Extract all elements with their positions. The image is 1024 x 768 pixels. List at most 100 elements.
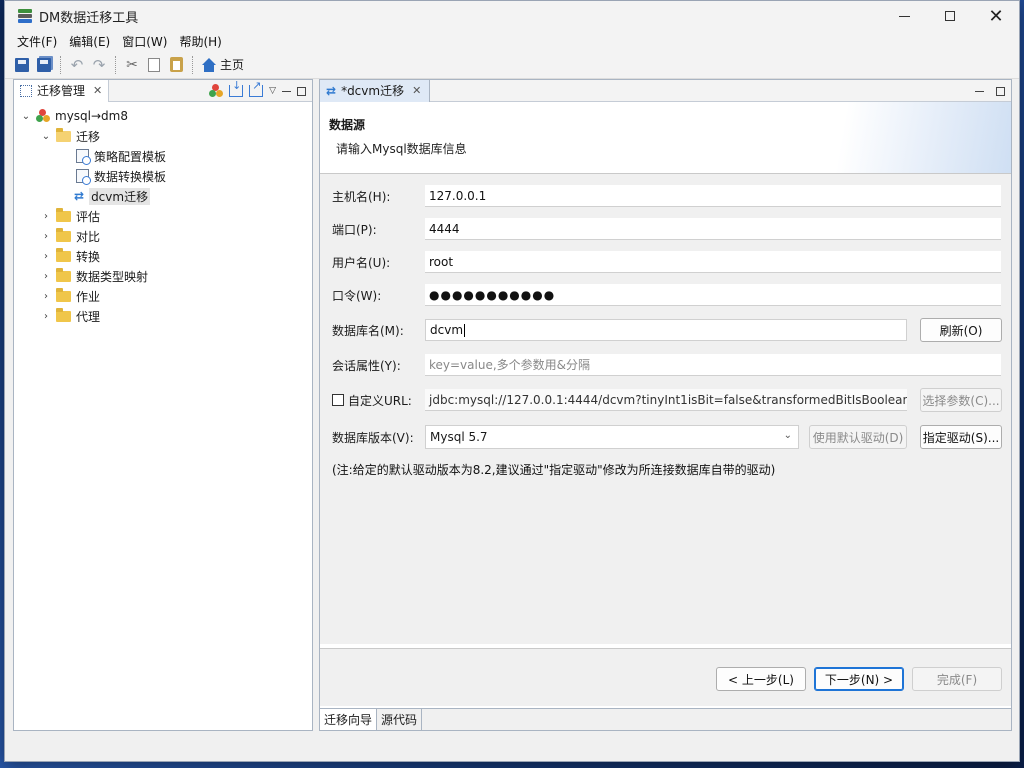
select-params-button[interactable]: 选择参数(C)... (920, 388, 1002, 412)
tree-item-dcvm-migration[interactable]: ⇄ dcvm迁移 (14, 186, 312, 206)
session-row: 会话属性(Y): key=value,多个参数用&分隔 (320, 353, 1011, 377)
app-window: DM数据迁移工具 ✕ 文件(F) 编辑(E) 窗口(W) 帮助(H) ↶ ↷ ✂… (4, 0, 1020, 762)
custom-url-row: 自定义URL: jdbc:mysql://127.0.0.1:4444/dcvm… (320, 388, 1011, 412)
tree-item-label: 策略配置模板 (94, 149, 167, 164)
toolbar-separator (115, 55, 116, 74)
import-icon[interactable] (229, 79, 244, 97)
close-tab-icon[interactable]: ✕ (412, 84, 421, 97)
menu-help[interactable]: 帮助(H) (173, 33, 227, 50)
cut-icon: ✂ (126, 56, 138, 73)
save-all-icon (37, 57, 51, 72)
template-icon (76, 149, 91, 165)
tree-folder-label: 转换 (76, 249, 101, 264)
menu-edit[interactable]: 编辑(E) (63, 33, 116, 50)
view-menu-icon[interactable]: ▽ (269, 86, 276, 96)
expand-icon[interactable]: › (40, 291, 52, 302)
close-tab-icon[interactable]: ✕ (93, 84, 102, 97)
tab-dcvm-migration[interactable]: ⇄ *dcvm迁移 ✕ (320, 79, 431, 102)
tree-folder-migrate[interactable]: ⌄ 迁移 (14, 126, 312, 146)
save-all-button[interactable] (33, 54, 55, 76)
password-input[interactable]: ●●●●●●●●●●● (425, 284, 1001, 306)
tree-folder-label: 评估 (76, 209, 101, 224)
url-input[interactable]: jdbc:mysql://127.0.0.1:4444/dcvm?tinyInt… (425, 389, 907, 411)
close-button[interactable]: ✕ (973, 1, 1019, 31)
tree-item-conversion-template[interactable]: 数据转换模板 (14, 166, 312, 186)
maximize-button[interactable] (927, 1, 973, 31)
next-button[interactable]: 下一步(N) > (814, 667, 904, 691)
refresh-button[interactable]: 刷新(O) (920, 318, 1002, 342)
panel-minimize-icon[interactable] (282, 90, 291, 92)
version-value: Mysql 5.7 (430, 430, 488, 444)
toolbar-separator (60, 55, 61, 74)
editor-tabbar: ⇄ *dcvm迁移 ✕ (320, 79, 1011, 102)
tree-folder-label: 对比 (76, 229, 101, 244)
toolbar-separator (192, 55, 193, 74)
cut-button[interactable]: ✂ (121, 54, 143, 76)
tab-migration-manager[interactable]: 迁移管理 ✕ (14, 79, 110, 102)
export-icon[interactable] (249, 79, 264, 97)
new-connection-icon[interactable] (209, 84, 224, 98)
copy-button[interactable] (143, 54, 165, 76)
maximize-icon (945, 11, 955, 21)
version-label: 数据库版本(V): (332, 430, 414, 445)
minimize-button[interactable] (881, 1, 927, 31)
session-properties-input[interactable]: key=value,多个参数用&分隔 (425, 354, 1001, 376)
password-label: 口令(W): (332, 288, 382, 303)
editor-maximize-icon[interactable] (996, 86, 1005, 96)
toolbar: ↶ ↷ ✂ 主页 (5, 51, 1019, 79)
tab-source-code[interactable]: 源代码 (377, 709, 423, 730)
expand-icon[interactable]: › (40, 211, 52, 222)
undo-button[interactable]: ↶ (66, 54, 88, 76)
collapse-icon[interactable]: ⌄ (40, 131, 52, 142)
chevron-down-icon: ⌄ (783, 430, 792, 441)
tree-folder-convert[interactable]: › 转换 (14, 246, 312, 266)
folder-icon (56, 207, 71, 222)
use-default-driver-button[interactable]: 使用默认驱动(D) (809, 425, 907, 449)
window-controls: ✕ (881, 1, 1019, 31)
tree-folder-jobs[interactable]: › 作业 (14, 286, 312, 306)
tree-folder-compare[interactable]: › 对比 (14, 226, 312, 246)
collapse-icon[interactable]: ⌄ (20, 111, 32, 122)
tree-root[interactable]: ⌄ mysql→dm8 (14, 106, 312, 126)
finish-button[interactable]: 完成(F) (912, 667, 1002, 691)
tree-root-label: mysql→dm8 (55, 109, 128, 123)
expand-icon[interactable]: › (40, 251, 52, 262)
tree-folder-assess[interactable]: › 评估 (14, 206, 312, 226)
expand-icon[interactable]: › (40, 231, 52, 242)
editor-minimize-icon[interactable] (975, 90, 984, 92)
host-label: 主机名(H): (332, 189, 391, 204)
specify-driver-button[interactable]: 指定驱动(S)... (920, 425, 1002, 449)
tree-folder-type-mapping[interactable]: › 数据类型映射 (14, 266, 312, 286)
custom-url-checkbox[interactable] (332, 394, 344, 406)
tree-folder-label: 代理 (76, 309, 101, 324)
connection-icon (36, 109, 50, 123)
paste-button[interactable] (165, 54, 187, 76)
editor-tools (975, 80, 1005, 102)
tree-folder-agent[interactable]: › 代理 (14, 306, 312, 326)
wizard-header: 数据源 请输入Mysql数据库信息 (320, 102, 1011, 174)
expand-icon[interactable]: › (40, 311, 52, 322)
save-button[interactable] (11, 54, 33, 76)
home-button[interactable]: 主页 (198, 56, 248, 73)
version-select[interactable]: Mysql 5.7 ⌄ (425, 425, 799, 449)
custom-url-label: 自定义URL: (348, 393, 412, 408)
expand-icon[interactable]: › (40, 271, 52, 282)
back-button[interactable]: < 上一步(L) (716, 667, 806, 691)
migration-icon: ⇄ (74, 189, 85, 203)
redo-button[interactable]: ↷ (88, 54, 110, 76)
host-input[interactable]: 127.0.0.1 (425, 185, 1001, 207)
port-input[interactable]: 4444 (425, 218, 1001, 240)
migration-tree: ⌄ mysql→dm8 ⌄ 迁移 策略配置模板 数据转换模板 ⇄ dcvm迁移 (14, 102, 312, 326)
panel-maximize-icon[interactable] (297, 86, 306, 96)
tree-item-label: dcvm迁移 (89, 187, 151, 205)
database-input[interactable]: dcvm (425, 319, 907, 341)
home-label: 主页 (220, 58, 245, 72)
user-label: 用户名(U): (332, 255, 391, 270)
tab-migration-wizard[interactable]: 迁移向导 (320, 709, 378, 730)
menu-window[interactable]: 窗口(W) (116, 33, 173, 50)
wizard-description: 请输入Mysql数据库信息 (336, 142, 467, 156)
port-row: 端口(P): 4444 (320, 217, 1011, 241)
username-input[interactable]: root (425, 251, 1001, 273)
tree-item-strategy-template[interactable]: 策略配置模板 (14, 146, 312, 166)
menu-file[interactable]: 文件(F) (11, 33, 63, 50)
